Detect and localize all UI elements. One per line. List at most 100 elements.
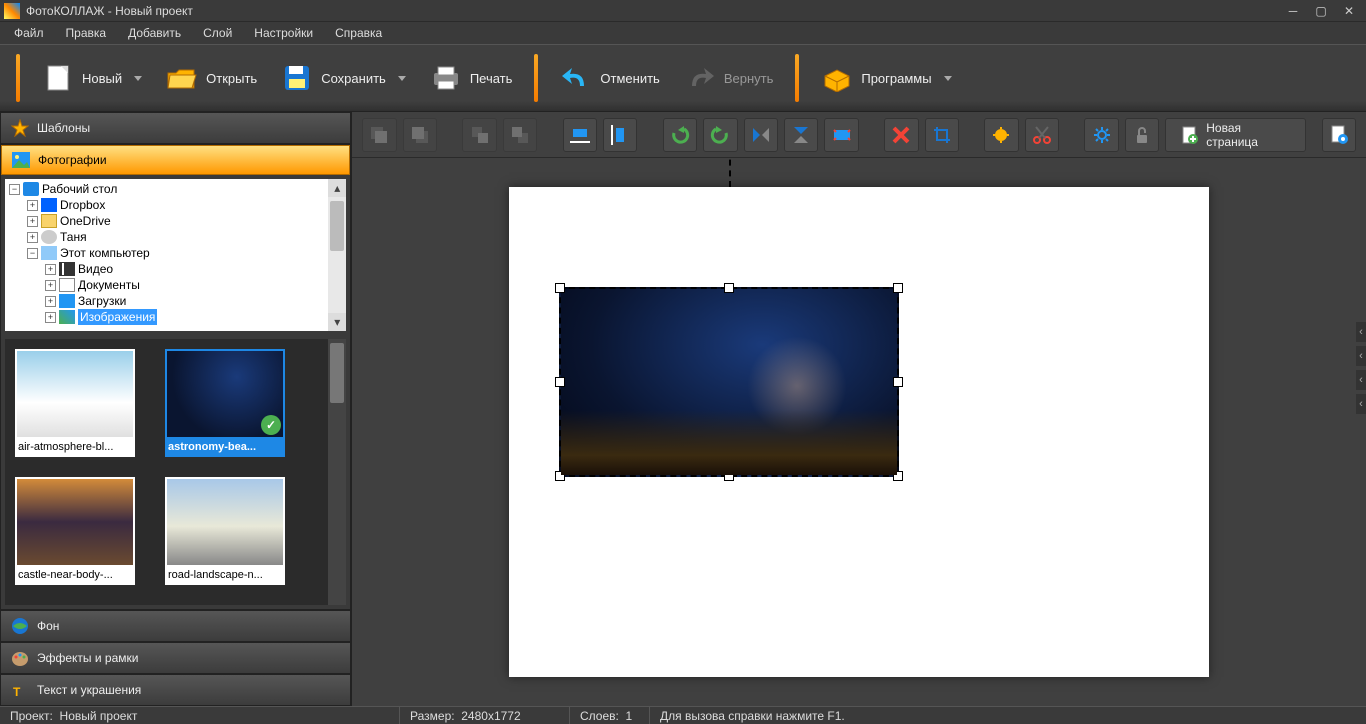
tree-expand-icon[interactable]: + bbox=[27, 216, 38, 227]
thumbnail-item[interactable]: ✓ astronomy-bea... bbox=[165, 349, 285, 457]
palette-icon bbox=[11, 649, 29, 667]
align-vertical-button[interactable] bbox=[603, 118, 637, 152]
scroll-thumb[interactable] bbox=[330, 343, 344, 403]
resize-handle-se[interactable] bbox=[893, 471, 903, 481]
menu-layer[interactable]: Слой bbox=[193, 23, 242, 43]
maximize-button[interactable]: ▢ bbox=[1308, 2, 1334, 20]
scroll-up-icon[interactable]: ▴ bbox=[328, 179, 346, 197]
resize-handle-ne[interactable] bbox=[893, 283, 903, 293]
programs-button[interactable]: Программы bbox=[813, 58, 959, 98]
new-page-button[interactable]: Новая страница bbox=[1165, 118, 1305, 152]
close-button[interactable]: ✕ bbox=[1336, 2, 1362, 20]
page[interactable] bbox=[509, 187, 1209, 677]
undo-button[interactable]: Отменить bbox=[552, 58, 667, 98]
resize-handle-w[interactable] bbox=[555, 377, 565, 387]
thumbnail-item[interactable]: road-landscape-n... bbox=[165, 477, 285, 585]
check-icon: ✓ bbox=[261, 415, 281, 435]
dropbox-icon bbox=[41, 198, 57, 212]
tree-scrollbar[interactable]: ▴ ▾ bbox=[328, 179, 346, 331]
image-glow bbox=[747, 336, 847, 436]
right-tab[interactable]: ‹ bbox=[1356, 346, 1366, 366]
resize-handle-n[interactable] bbox=[724, 283, 734, 293]
save-button[interactable]: Сохранить bbox=[273, 58, 414, 98]
tree-collapse-icon[interactable]: − bbox=[9, 184, 20, 195]
tree-collapse-icon[interactable]: − bbox=[27, 248, 38, 259]
menu-file[interactable]: Файл bbox=[4, 23, 54, 43]
onedrive-icon bbox=[41, 214, 57, 228]
canvas-area: Новая страница bbox=[352, 112, 1366, 706]
printer-icon bbox=[430, 62, 462, 94]
crop-button[interactable] bbox=[925, 118, 959, 152]
tree-expand-icon[interactable]: + bbox=[45, 280, 56, 291]
accordion-effects[interactable]: Эффекты и рамки bbox=[1, 643, 350, 673]
resize-handle-nw[interactable] bbox=[555, 283, 565, 293]
lock-button[interactable] bbox=[1125, 118, 1159, 152]
menu-add[interactable]: Добавить bbox=[118, 23, 191, 43]
accordion-templates[interactable]: Шаблоны bbox=[1, 113, 350, 143]
right-tab-strip: ‹ ‹ ‹ ‹ bbox=[1356, 322, 1366, 414]
bring-to-front-button[interactable] bbox=[462, 118, 496, 152]
user-icon bbox=[41, 230, 57, 244]
cut-button[interactable] bbox=[1025, 118, 1059, 152]
thumbnail-item[interactable]: air-atmosphere-bl... bbox=[15, 349, 135, 457]
photo-icon bbox=[12, 151, 30, 169]
rotate-left-button[interactable] bbox=[663, 118, 697, 152]
delete-button[interactable] bbox=[884, 118, 918, 152]
status-project: Проект: Новый проект bbox=[0, 707, 400, 724]
menu-settings[interactable]: Настройки bbox=[244, 23, 323, 43]
thumbnail-item[interactable]: castle-near-body-... bbox=[15, 477, 135, 585]
print-button[interactable]: Печать bbox=[422, 58, 521, 98]
magic-button[interactable] bbox=[984, 118, 1018, 152]
redo-icon bbox=[684, 62, 716, 94]
tree-expand-icon[interactable]: + bbox=[45, 264, 56, 275]
minimize-button[interactable]: ─ bbox=[1280, 2, 1306, 20]
redo-button[interactable]: Вернуть bbox=[676, 58, 782, 98]
tree-expand-icon[interactable]: + bbox=[27, 200, 38, 211]
floppy-icon bbox=[281, 62, 313, 94]
rotate-right-button[interactable] bbox=[703, 118, 737, 152]
rotation-connector bbox=[729, 158, 731, 187]
tree-expand-icon[interactable]: + bbox=[45, 312, 56, 323]
placed-image[interactable] bbox=[559, 287, 899, 477]
right-tab[interactable]: ‹ bbox=[1356, 322, 1366, 342]
thumbs-scrollbar[interactable] bbox=[328, 339, 346, 605]
main-toolbar: Новый Открыть Сохранить Печать Отменить … bbox=[0, 44, 1366, 112]
right-tab[interactable]: ‹ bbox=[1356, 394, 1366, 414]
resize-handle-s[interactable] bbox=[724, 471, 734, 481]
align-horizontal-button[interactable] bbox=[563, 118, 597, 152]
tree-expand-icon[interactable]: + bbox=[27, 232, 38, 243]
send-to-back-button[interactable] bbox=[503, 118, 537, 152]
resize-handle-sw[interactable] bbox=[555, 471, 565, 481]
resize-handle-e[interactable] bbox=[893, 377, 903, 387]
accordion-background[interactable]: Фон bbox=[1, 611, 350, 641]
menu-edit[interactable]: Правка bbox=[56, 23, 117, 43]
bring-forward-button[interactable] bbox=[362, 118, 396, 152]
flip-vertical-button[interactable] bbox=[784, 118, 818, 152]
computer-icon bbox=[41, 246, 57, 260]
right-tab[interactable]: ‹ bbox=[1356, 370, 1366, 390]
scroll-down-icon[interactable]: ▾ bbox=[328, 313, 346, 331]
folder-tree[interactable]: −Рабочий стол +Dropbox +OneDrive +Таня −… bbox=[5, 179, 346, 331]
flip-horizontal-button[interactable] bbox=[744, 118, 778, 152]
text-icon: T bbox=[11, 681, 29, 699]
settings-button[interactable] bbox=[1084, 118, 1118, 152]
thumbnail-grid: air-atmosphere-bl... ✓ astronomy-bea... … bbox=[5, 339, 346, 605]
fit-button[interactable] bbox=[824, 118, 858, 152]
scroll-thumb[interactable] bbox=[330, 201, 344, 251]
new-button[interactable]: Новый bbox=[34, 58, 150, 98]
send-backward-button[interactable] bbox=[403, 118, 437, 152]
tree-expand-icon[interactable]: + bbox=[45, 296, 56, 307]
app-icon bbox=[4, 3, 20, 19]
globe-icon bbox=[11, 617, 29, 635]
downloads-folder-icon bbox=[59, 294, 75, 308]
accordion-photos[interactable]: Фотографии bbox=[1, 145, 350, 175]
menu-help[interactable]: Справка bbox=[325, 23, 392, 43]
canvas-viewport[interactable] bbox=[352, 158, 1366, 706]
accordion-text[interactable]: T Текст и украшения bbox=[1, 675, 350, 705]
svg-text:T: T bbox=[13, 685, 21, 699]
page-settings-button[interactable] bbox=[1322, 118, 1356, 152]
box-icon bbox=[821, 62, 853, 94]
folder-open-icon bbox=[166, 62, 198, 94]
open-button[interactable]: Открыть bbox=[158, 58, 265, 98]
chevron-down-icon bbox=[134, 76, 142, 81]
